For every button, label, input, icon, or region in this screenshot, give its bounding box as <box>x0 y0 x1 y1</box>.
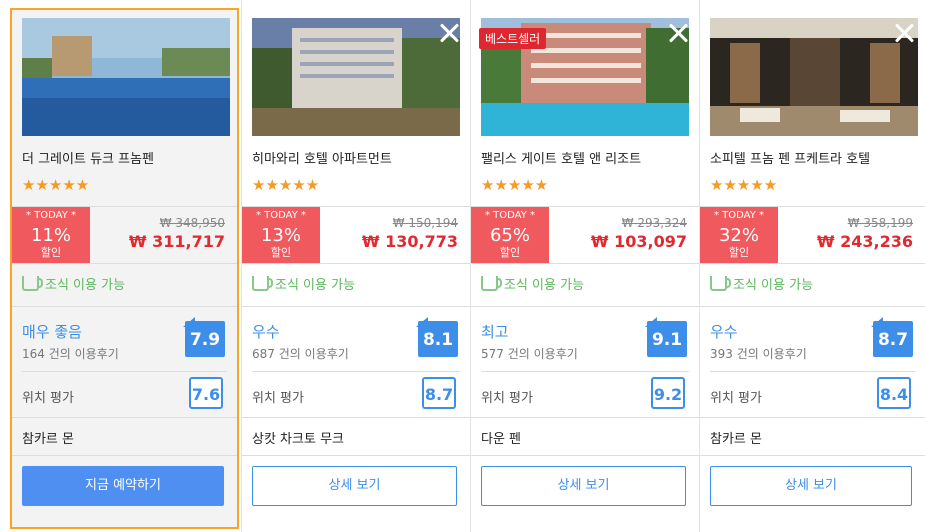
bestseller-badge: 베스트셀러 <box>479 28 547 49</box>
divider <box>471 455 699 456</box>
breakfast-info: 조식 이용 가능 <box>481 274 584 293</box>
divider <box>22 371 227 372</box>
sale-price: ₩ 103,097 <box>590 232 687 251</box>
deal-off-label: 할인 <box>499 246 521 259</box>
deal-today-label: * TODAY * <box>713 210 765 221</box>
price-row: * TODAY * 11% 할인 ₩ 348,950 ₩ 311,717 <box>12 206 237 264</box>
close-icon[interactable] <box>438 22 460 44</box>
location-score: 7.6 <box>189 377 223 409</box>
breakfast-label: 조식 이용 가능 <box>504 278 585 293</box>
close-icon[interactable] <box>667 22 689 44</box>
hotel-card-3[interactable]: 베스트셀러 팰리스 게이트 호텔 앤 리조트 ★★★★★ * TODAY * 6… <box>470 0 699 532</box>
breakfast-label: 조식 이용 가능 <box>45 278 126 293</box>
hotel-area: 다운 펜 <box>481 432 522 447</box>
view-details-button[interactable]: 상세 보기 <box>710 466 912 506</box>
location-score: 8.4 <box>877 377 911 409</box>
breakfast-label: 조식 이용 가능 <box>275 278 356 293</box>
review-score: 7.9 <box>183 317 225 357</box>
hotel-photo[interactable] <box>252 18 460 136</box>
original-price: ₩ 348,950 <box>159 216 225 230</box>
star-rating: ★★★★★ <box>252 176 320 194</box>
hotel-photo[interactable] <box>22 18 230 136</box>
view-details-button[interactable]: 상세 보기 <box>481 466 686 506</box>
deal-percent: 11% <box>30 225 71 246</box>
hotel-name[interactable]: 팰리스 게이트 호텔 앤 리조트 <box>481 148 641 167</box>
today-deal-badge: * TODAY * 11% 할인 <box>12 207 90 263</box>
price-row: * TODAY * 65% 할인 ₩ 293,324 ₩ 103,097 <box>471 206 699 264</box>
location-label: 위치 평가 <box>710 391 762 406</box>
coffee-cup-icon <box>22 276 43 291</box>
deal-off-label: 할인 <box>728 246 750 259</box>
location-score: 8.7 <box>422 377 456 409</box>
breakfast-info: 조식 이용 가능 <box>252 274 355 293</box>
review-count[interactable]: 577 건의 이용후기 <box>481 345 578 362</box>
location-label: 위치 평가 <box>481 391 533 406</box>
close-icon[interactable] <box>893 22 915 44</box>
hotel-area: 상캇 차크토 무크 <box>252 432 344 447</box>
hotel-card-2[interactable]: 히마와리 호텔 아파트먼트 ★★★★★ * TODAY * 13% 할인 ₩ 1… <box>241 0 470 532</box>
price-row: * TODAY * 32% 할인 ₩ 358,199 ₩ 243,236 <box>700 206 925 264</box>
location-label: 위치 평가 <box>22 391 74 406</box>
deal-today-label: * TODAY * <box>255 210 307 221</box>
deal-percent: 65% <box>489 225 530 246</box>
star-rating: ★★★★★ <box>481 176 549 194</box>
hotel-name[interactable]: 소피텔 프놈 펜 프케트라 호텔 <box>710 148 870 167</box>
deal-today-label: * TODAY * <box>25 210 77 221</box>
sale-price: ₩ 311,717 <box>128 232 225 251</box>
review-section: 매우 좋음 164 건의 이용후기 7.9 위치 평가 7.6 <box>12 306 237 418</box>
today-deal-badge: * TODAY * 32% 할인 <box>700 207 778 263</box>
hotel-area: 참카르 몬 <box>22 432 74 447</box>
deal-today-label: * TODAY * <box>484 210 536 221</box>
divider <box>12 455 237 456</box>
star-rating: ★★★★★ <box>22 176 90 194</box>
original-price: ₩ 358,199 <box>847 216 913 230</box>
star-rating: ★★★★★ <box>710 176 778 194</box>
price-row: * TODAY * 13% 할인 ₩ 150,194 ₩ 130,773 <box>242 206 470 264</box>
breakfast-label: 조식 이용 가능 <box>733 278 814 293</box>
deal-percent: 32% <box>718 225 759 246</box>
coffee-cup-icon <box>252 276 273 291</box>
divider <box>700 455 925 456</box>
hotel-area: 참카르 몬 <box>710 432 762 447</box>
review-section: 우수 687 건의 이용후기 8.1 위치 평가 8.7 <box>242 306 470 418</box>
deal-percent: 13% <box>260 225 301 246</box>
review-score: 9.1 <box>645 317 687 357</box>
location-score: 9.2 <box>651 377 685 409</box>
hotel-card-4[interactable]: 소피텔 프놈 펜 프케트라 호텔 ★★★★★ * TODAY * 32% 할인 … <box>699 0 925 532</box>
review-count[interactable]: 393 건의 이용후기 <box>710 345 807 362</box>
sale-price: ₩ 130,773 <box>361 232 458 251</box>
deal-off-label: 할인 <box>40 246 62 259</box>
review-section: 우수 393 건의 이용후기 8.7 위치 평가 8.4 <box>700 306 925 418</box>
review-count[interactable]: 164 건의 이용후기 <box>22 345 119 362</box>
hotel-photo[interactable] <box>710 18 918 136</box>
rating-word: 우수 <box>710 323 738 341</box>
divider <box>710 371 915 372</box>
review-count[interactable]: 687 건의 이용후기 <box>252 345 349 362</box>
original-price: ₩ 150,194 <box>392 216 458 230</box>
coffee-cup-icon <box>481 276 502 291</box>
location-label: 위치 평가 <box>252 391 304 406</box>
today-deal-badge: * TODAY * 13% 할인 <box>242 207 320 263</box>
review-score: 8.7 <box>871 317 913 357</box>
book-now-button[interactable]: 지금 예약하기 <box>22 466 224 506</box>
breakfast-info: 조식 이용 가능 <box>22 274 125 293</box>
hotel-card-1[interactable]: 더 그레이트 듀크 프놈펜 ★★★★★ * TODAY * 11% 할인 ₩ 3… <box>10 8 239 529</box>
review-section: 최고 577 건의 이용후기 9.1 위치 평가 9.2 <box>471 306 699 418</box>
coffee-cup-icon <box>710 276 731 291</box>
today-deal-badge: * TODAY * 65% 할인 <box>471 207 549 263</box>
rating-word: 우수 <box>252 323 280 341</box>
breakfast-info: 조식 이용 가능 <box>710 274 813 293</box>
rating-word: 매우 좋음 <box>22 323 82 341</box>
rating-word: 최고 <box>481 323 509 341</box>
divider <box>481 371 689 372</box>
hotel-name[interactable]: 히마와리 호텔 아파트먼트 <box>252 148 392 167</box>
original-price: ₩ 293,324 <box>621 216 687 230</box>
review-score: 8.1 <box>416 317 458 357</box>
divider <box>252 371 460 372</box>
deal-off-label: 할인 <box>270 246 292 259</box>
sale-price: ₩ 243,236 <box>816 232 913 251</box>
hotel-name[interactable]: 더 그레이트 듀크 프놈펜 <box>22 148 154 167</box>
view-details-button[interactable]: 상세 보기 <box>252 466 457 506</box>
divider <box>242 455 470 456</box>
